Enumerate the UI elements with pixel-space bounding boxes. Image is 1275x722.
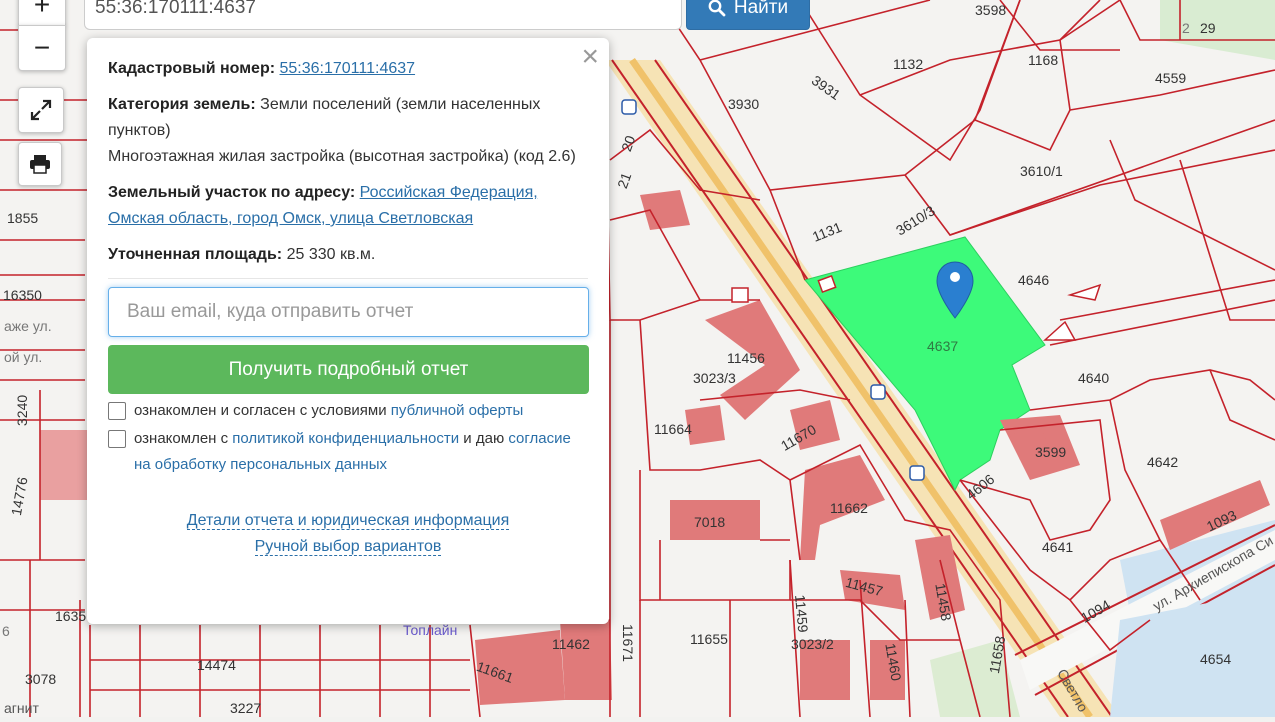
place-label: Топлайн <box>403 622 458 638</box>
search-button[interactable]: Найти <box>686 0 810 30</box>
land-usage-value: Многоэтажная жилая застройка (высотная з… <box>108 148 576 165</box>
parcel-label: 16350 <box>3 287 42 303</box>
email-field[interactable] <box>108 287 589 337</box>
parcel-label: 2 <box>1182 20 1190 36</box>
parcel-label: 3599 <box>1035 444 1067 460</box>
cadastral-number-row: Кадастровый номер: 55:36:170111:4637 <box>108 56 588 82</box>
minus-icon: − <box>33 32 51 63</box>
fullscreen-button[interactable] <box>18 87 64 133</box>
parcel-label: 1168 <box>1028 52 1059 68</box>
selected-parcel-label: 4637 <box>927 338 959 354</box>
privacy-policy-link[interactable]: политикой конфиденциальности <box>232 430 459 447</box>
offer-consent-row: ознакомлен и согласен с условиями публич… <box>108 398 588 424</box>
area-label: Уточненная площадь: <box>108 246 283 263</box>
privacy-consent-checkbox[interactable] <box>108 430 126 448</box>
parcel-label: 4654 <box>1200 651 1232 667</box>
street-label: аже ул. <box>4 318 52 334</box>
parcel-label: 1635 <box>55 608 87 624</box>
cadastral-number-link[interactable]: 55:36:170111:4637 <box>280 60 416 77</box>
parcel-label: 3023/2 <box>791 636 834 652</box>
parcel-label: 3930 <box>728 96 760 112</box>
zoom-out-button[interactable]: − <box>18 25 66 71</box>
print-button[interactable] <box>18 142 62 186</box>
expand-icon <box>30 99 52 121</box>
offer-consent-checkbox[interactable] <box>108 402 126 420</box>
report-details-link[interactable]: Детали отчета и юридическая информация <box>186 512 510 530</box>
land-category-label: Категория земель: <box>108 96 256 113</box>
address-label: Земельный участок по адресу: <box>108 184 356 201</box>
parcel-label: 4641 <box>1042 539 1074 555</box>
parcel-label: 11671 <box>620 624 636 662</box>
parcel-label: 4646 <box>1018 272 1050 288</box>
plus-icon: + <box>33 0 51 20</box>
consent-text: ознакомлен и согласен с условиями <box>134 402 391 419</box>
parcel-label: 3023/3 <box>693 370 736 386</box>
area-value: 25 330 кв.м. <box>286 246 376 263</box>
parcel-label: 11459 <box>792 594 812 634</box>
parcel-label: 1132 <box>893 56 924 72</box>
consent-text: и даю <box>459 430 509 447</box>
parcel-label: 3240 <box>14 394 30 426</box>
parcel-label: 11662 <box>830 500 868 516</box>
parcel-label: 7018 <box>694 514 726 530</box>
cadastral-number-label: Кадастровый номер: <box>108 60 276 77</box>
land-category-row: Категория земель: Земли поселений (земли… <box>108 92 588 170</box>
parcel-label: 1855 <box>7 210 39 226</box>
zoom-in-button[interactable]: + <box>18 0 66 26</box>
cadastral-search-input[interactable] <box>84 0 682 30</box>
privacy-consent-text: ознакомлен с политикой конфиденциальност… <box>134 426 588 478</box>
parcel-label: 3078 <box>25 671 57 687</box>
parcel-label: 3598 <box>975 2 1007 18</box>
search-icon <box>708 0 726 17</box>
divider <box>108 278 588 279</box>
parcel-label: 4642 <box>1147 454 1179 470</box>
offer-consent-text: ознакомлен и согласен с условиями публич… <box>134 398 523 424</box>
parcel-label: 4559 <box>1155 70 1187 86</box>
parcel-info-popup: × Кадастровый номер: 55:36:170111:4637 К… <box>87 38 609 624</box>
address-row: Земельный участок по адресу: Российская … <box>108 180 588 232</box>
get-report-button[interactable]: Получить подробный отчет <box>108 345 589 394</box>
parcel-label: 14474 <box>197 657 236 673</box>
search-button-label: Найти <box>733 0 789 18</box>
parcel-label: 11655 <box>690 631 728 647</box>
parcel-label: 29 <box>1200 20 1216 36</box>
popup-links: Детали отчета и юридическая информация Р… <box>108 508 588 560</box>
parcel-label: 3610/1 <box>1020 163 1063 179</box>
parcel-label: 11456 <box>727 350 765 366</box>
parcel-label: 3227 <box>230 700 262 716</box>
street-label: ой ул. <box>4 349 43 365</box>
parcel-label: 11664 <box>654 421 692 437</box>
close-icon[interactable]: × <box>581 42 599 72</box>
print-icon <box>30 155 50 174</box>
parcel-label: 4640 <box>1078 370 1110 386</box>
parcel-location-marker-icon[interactable] <box>935 260 975 322</box>
manual-selection-link[interactable]: Ручной выбор вариантов <box>254 538 442 556</box>
consent-text: ознакомлен с <box>134 430 233 447</box>
parcel-label: 6 <box>2 623 10 639</box>
parcel-label: 11462 <box>552 636 590 652</box>
public-offer-link[interactable]: публичной оферты <box>391 402 524 419</box>
privacy-consent-row: ознакомлен с политикой конфиденциальност… <box>108 426 588 478</box>
area-row: Уточненная площадь: 25 330 кв.м. <box>108 242 588 268</box>
place-label: агнит <box>4 700 39 716</box>
